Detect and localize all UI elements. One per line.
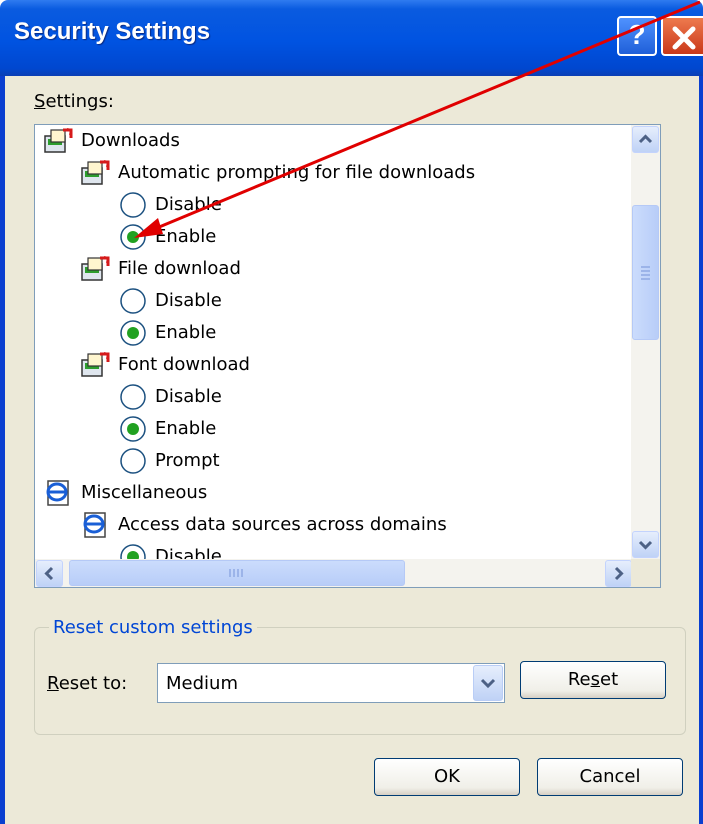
- radio-option-disable[interactable]: Disable: [119, 541, 222, 559]
- radio-checked-icon[interactable]: [119, 415, 147, 443]
- scrollbar-corner: [631, 559, 660, 587]
- tree-item-label: Downloads: [81, 130, 180, 151]
- radio-option-disable[interactable]: Disable: [119, 189, 222, 220]
- security-settings-window: Security Settings ? Settings: Downloads A…: [0, 0, 703, 824]
- tree-item-label: Enable: [155, 322, 217, 343]
- tree-group-miscellaneous: Miscellaneous: [43, 477, 207, 508]
- close-button[interactable]: [661, 16, 703, 56]
- arrow-left-icon: [44, 566, 54, 581]
- settings-label: Settings:: [34, 91, 114, 112]
- grip-icon: [641, 266, 650, 280]
- scroll-up-button[interactable]: [632, 126, 659, 153]
- radio-unchecked-icon[interactable]: [119, 447, 147, 475]
- ie-page-icon: [43, 479, 73, 507]
- vertical-scroll-thumb[interactable]: [632, 205, 659, 340]
- radio-option-enable[interactable]: Enable: [119, 221, 216, 252]
- help-button[interactable]: ?: [617, 16, 657, 56]
- settings-group-icon: [80, 159, 110, 187]
- tree-item-label: Disable: [155, 386, 222, 407]
- radio-unchecked-icon[interactable]: [119, 383, 147, 411]
- settings-label-accel: S: [34, 91, 46, 112]
- scroll-down-button[interactable]: [632, 531, 659, 558]
- tree-item-label: Enable: [155, 226, 217, 247]
- scroll-right-button[interactable]: [605, 560, 632, 587]
- reset-button-label-b: et: [600, 669, 619, 690]
- reset-level-dropdown[interactable]: Medium: [157, 663, 505, 703]
- reset-group-title: Reset custom settings: [49, 617, 257, 638]
- reset-to-label: Reset to:: [47, 673, 127, 694]
- tree-item-label: Disable: [155, 194, 222, 215]
- window-frame-right: [699, 76, 703, 824]
- radio-checked-icon[interactable]: [119, 223, 147, 251]
- settings-tree-view: Downloads Automatic prompting for file do…: [35, 125, 647, 559]
- radio-option-prompt[interactable]: Prompt: [119, 445, 220, 476]
- arrow-right-icon: [614, 566, 624, 581]
- horizontal-scrollbar[interactable]: [35, 559, 633, 587]
- settings-group-icon: [80, 255, 110, 283]
- arrow-up-icon: [638, 134, 653, 144]
- tree-item-label: Automatic prompting for file downloads: [118, 162, 476, 183]
- settings-tree-list[interactable]: Downloads Automatic prompting for file do…: [34, 124, 661, 588]
- reset-to-label-accel: R: [47, 673, 59, 694]
- close-icon: [672, 26, 696, 50]
- radio-option-enable[interactable]: Enable: [119, 413, 216, 444]
- radio-option-disable[interactable]: Disable: [119, 381, 222, 412]
- vertical-scrollbar[interactable]: [631, 125, 660, 559]
- help-icon: ?: [628, 19, 646, 50]
- reset-button[interactable]: Reset: [520, 661, 666, 699]
- settings-group-icon: [43, 127, 73, 155]
- tree-item-label: Enable: [155, 418, 217, 439]
- radio-option-disable[interactable]: Disable: [119, 285, 222, 316]
- cancel-button-label: Cancel: [579, 766, 641, 787]
- radio-unchecked-icon[interactable]: [119, 287, 147, 315]
- radio-unchecked-icon[interactable]: [119, 191, 147, 219]
- dialog-client-area: Settings: Downloads Automatic prompting f…: [5, 76, 699, 824]
- radio-checked-icon[interactable]: [119, 543, 147, 559]
- tree-item-label: Disable: [155, 290, 222, 311]
- radio-option-enable[interactable]: Enable: [119, 317, 216, 348]
- grip-icon: [229, 569, 243, 577]
- chevron-down-icon: [480, 678, 496, 689]
- settings-label-rest: ettings:: [45, 91, 114, 112]
- reset-button-accel: s: [590, 669, 601, 690]
- tree-item-label: File download: [118, 258, 241, 279]
- tree-group-access-data-sources-across-domains: Access data sources across domains: [80, 509, 447, 540]
- tree-group-file-download: File download: [80, 253, 241, 284]
- settings-group-icon: [80, 351, 110, 379]
- tree-group-automatic-prompting-for-file-downloads: Automatic prompting for file downloads: [80, 157, 475, 188]
- reset-level-value: Medium: [166, 673, 238, 694]
- cancel-button[interactable]: Cancel: [537, 758, 683, 796]
- tree-item-label: Access data sources across domains: [118, 514, 447, 535]
- tree-group-font-download: Font download: [80, 349, 250, 380]
- arrow-down-icon: [638, 540, 653, 550]
- reset-to-label-rest: eset to:: [58, 673, 128, 694]
- tree-item-label: Prompt: [155, 450, 220, 471]
- ie-page-icon: [80, 511, 110, 539]
- tree-group-downloads: Downloads: [43, 125, 180, 156]
- title-bar[interactable]: Security Settings ?: [0, 0, 703, 76]
- ok-button[interactable]: OK: [374, 758, 520, 796]
- tree-item-label: Font download: [118, 354, 250, 375]
- radio-checked-icon[interactable]: [119, 319, 147, 347]
- tree-item-label: Disable: [155, 546, 222, 559]
- ok-button-label: OK: [434, 766, 460, 787]
- window-title: Security Settings: [14, 18, 211, 45]
- scroll-left-button[interactable]: [36, 560, 63, 587]
- dropdown-button[interactable]: [473, 665, 503, 701]
- reset-button-label-a: Re: [567, 669, 591, 690]
- tree-item-label: Miscellaneous: [81, 482, 208, 503]
- horizontal-scroll-thumb[interactable]: [69, 560, 405, 586]
